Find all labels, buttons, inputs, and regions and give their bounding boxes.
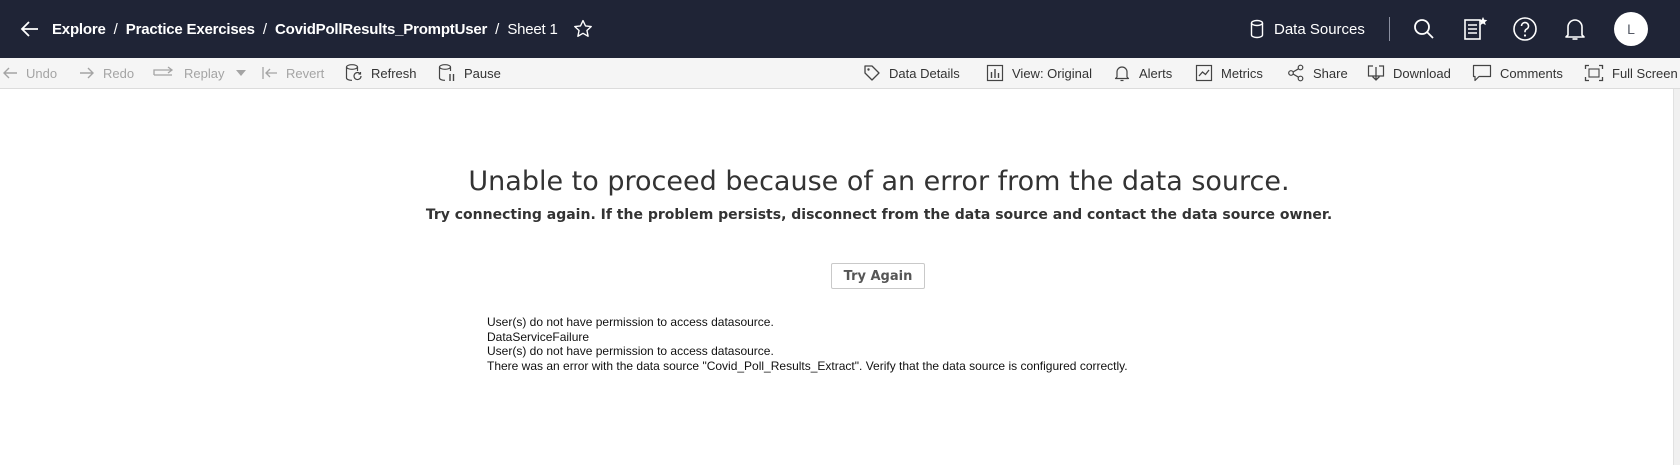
vertical-scrollbar[interactable] bbox=[1673, 89, 1680, 465]
error-detail-line: DataServiceFailure bbox=[487, 329, 590, 344]
share-label: Share bbox=[1313, 65, 1348, 81]
revert-button[interactable]: Revert bbox=[262, 58, 324, 88]
data-sources-button[interactable]: Data Sources bbox=[1250, 17, 1365, 41]
view-original-button[interactable]: View: Original bbox=[986, 58, 1092, 88]
share-button[interactable]: Share bbox=[1287, 58, 1348, 88]
back-arrow-icon[interactable] bbox=[18, 17, 42, 41]
alerts-button[interactable]: Alerts bbox=[1113, 58, 1172, 88]
download-button[interactable]: Download bbox=[1367, 58, 1451, 88]
replay-icon bbox=[153, 66, 174, 76]
error-subtitle: Try connecting again. If the problem per… bbox=[425, 207, 1333, 223]
alerts-label: Alerts bbox=[1139, 65, 1173, 81]
database-icon bbox=[1250, 19, 1264, 39]
full-screen-button[interactable]: Full Screen bbox=[1584, 58, 1678, 88]
try-again-button[interactable]: Try Again bbox=[831, 263, 925, 289]
pause-button[interactable]: Pause bbox=[438, 58, 501, 88]
recents-favorites-icon[interactable] bbox=[1462, 16, 1488, 42]
error-detail-line: There was an error with the data source … bbox=[487, 358, 1128, 373]
breadcrumb-separator: / bbox=[495, 20, 500, 38]
top-navigation-bar: Explore / Practice Exercises / CovidPoll… bbox=[0, 0, 1680, 58]
breadcrumb: Explore / Practice Exercises / CovidPoll… bbox=[52, 0, 594, 58]
error-detail-line: User(s) do not have permission to access… bbox=[487, 344, 774, 358]
replay-button[interactable]: Replay bbox=[152, 58, 224, 88]
metrics-icon bbox=[1195, 64, 1213, 82]
breadcrumb-workbook[interactable]: CovidPollResults_PromptUser bbox=[275, 21, 487, 38]
undo-arrow-icon bbox=[3, 67, 17, 79]
full-screen-icon bbox=[1584, 64, 1604, 82]
breadcrumb-explore[interactable]: Explore bbox=[52, 21, 106, 38]
user-avatar[interactable]: L bbox=[1614, 12, 1648, 46]
download-icon bbox=[1367, 65, 1385, 81]
comments-button[interactable]: Comments bbox=[1472, 58, 1563, 88]
search-icon[interactable] bbox=[1411, 16, 1437, 42]
view-toolbar: Undo Redo Replay Revert Refresh Pause Da… bbox=[0, 58, 1680, 89]
pause-database-icon bbox=[438, 64, 455, 81]
undo-button[interactable]: Undo bbox=[2, 58, 57, 88]
breadcrumb-separator: / bbox=[113, 20, 118, 38]
caret-down-icon bbox=[236, 70, 246, 76]
metrics-button[interactable]: Metrics bbox=[1195, 58, 1263, 88]
data-details-button[interactable]: Data Details bbox=[863, 58, 960, 88]
share-icon bbox=[1288, 64, 1304, 82]
full-screen-label: Full Screen bbox=[1612, 65, 1678, 81]
data-sources-label: Data Sources bbox=[1274, 20, 1365, 38]
error-details: User(s) do not have permission to access… bbox=[487, 315, 1128, 373]
redo-button[interactable]: Redo bbox=[79, 58, 134, 88]
undo-label: Undo bbox=[26, 65, 58, 81]
replay-options-dropdown[interactable] bbox=[236, 58, 254, 88]
notifications-bell-icon[interactable] bbox=[1562, 16, 1588, 42]
metrics-label: Metrics bbox=[1221, 65, 1263, 81]
pause-label: Pause bbox=[464, 65, 501, 81]
breadcrumb-separator: / bbox=[262, 20, 267, 38]
comment-icon bbox=[1472, 64, 1492, 82]
tag-icon bbox=[864, 65, 880, 81]
alert-bell-icon bbox=[1114, 66, 1130, 82]
data-details-label: Data Details bbox=[889, 65, 960, 81]
error-title: Unable to proceed because of an error fr… bbox=[468, 166, 1290, 197]
toolbar-divider bbox=[1389, 17, 1390, 41]
bar-chart-view-icon bbox=[986, 64, 1004, 82]
favorite-star-icon[interactable] bbox=[572, 18, 594, 40]
revert-label: Revert bbox=[286, 65, 325, 81]
comments-label: Comments bbox=[1500, 65, 1563, 81]
revert-icon bbox=[262, 67, 277, 79]
help-icon[interactable] bbox=[1512, 16, 1538, 42]
error-detail-line: User(s) do not have permission to access… bbox=[487, 315, 774, 329]
breadcrumb-sheet: Sheet 1 bbox=[507, 20, 558, 38]
redo-arrow-icon bbox=[80, 67, 94, 79]
refresh-button[interactable]: Refresh bbox=[345, 58, 417, 88]
refresh-label: Refresh bbox=[371, 65, 417, 81]
view-original-label: View: Original bbox=[1012, 65, 1092, 81]
redo-label: Redo bbox=[103, 65, 135, 81]
download-label: Download bbox=[1393, 65, 1451, 81]
replay-label: Replay bbox=[184, 65, 225, 81]
refresh-database-icon bbox=[345, 64, 362, 81]
breadcrumb-practice-exercises[interactable]: Practice Exercises bbox=[126, 21, 255, 38]
